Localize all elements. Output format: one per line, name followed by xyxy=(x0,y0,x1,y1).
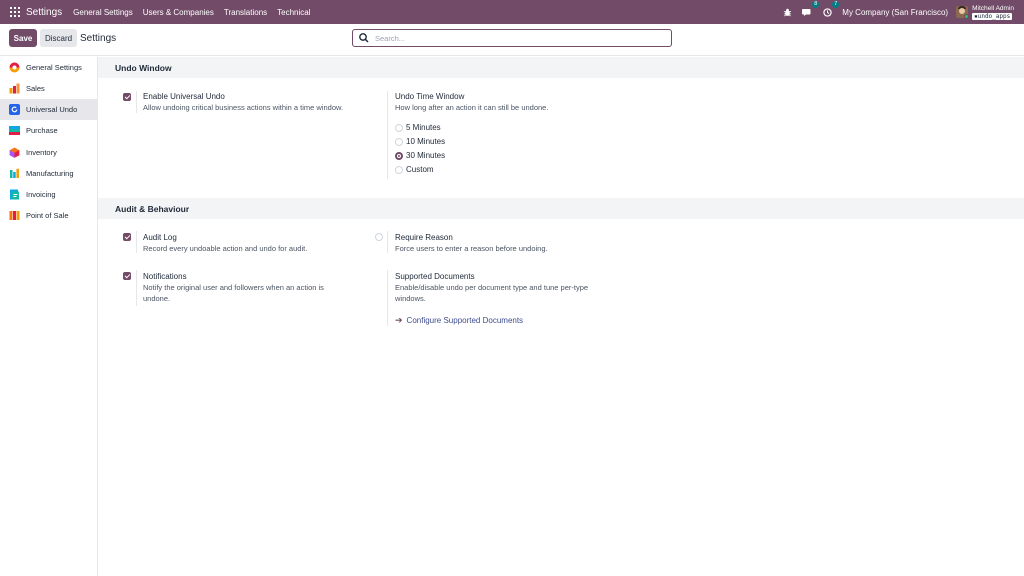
universal-undo-icon xyxy=(9,104,20,115)
point-of-sale-icon xyxy=(9,210,20,221)
database-tag: ▪undo_apps xyxy=(972,12,1013,20)
page-title: Settings xyxy=(80,33,117,44)
settings-sidebar: General Settings Sales Universal Undo Pu… xyxy=(0,57,98,576)
setting-title-time-window: Undo Time Window xyxy=(395,92,465,101)
company-switcher[interactable]: My Company (San Francisco) xyxy=(842,8,948,17)
configure-supported-documents-label: Configure Supported Documents xyxy=(406,316,524,325)
setting-desc-time-window: How long after an action it can still be… xyxy=(395,103,549,112)
radio-label-30-minutes: 30 Minutes xyxy=(406,151,446,160)
configure-supported-documents-link[interactable]: ➔ Configure Supported Documents xyxy=(395,315,523,326)
radio-30-minutes[interactable] xyxy=(395,152,403,160)
top-navbar: Settings General Settings Users & Compan… xyxy=(0,0,1024,24)
setting-title-enable-undo: Enable Universal Undo xyxy=(143,92,225,101)
menu-technical[interactable]: Technical xyxy=(272,8,315,17)
sidebar-item-general-settings[interactable]: General Settings xyxy=(0,57,97,78)
sidebar-item-label: Invoicing xyxy=(26,190,56,199)
setting-desc-supported-documents: Enable/disable undo per document type an… xyxy=(395,283,589,303)
sidebar-item-universal-undo[interactable]: Universal Undo xyxy=(0,99,97,120)
inventory-icon xyxy=(9,147,20,158)
manufacturing-icon xyxy=(9,168,20,179)
setting-title-require-reason: Require Reason xyxy=(395,233,453,242)
sidebar-item-label: General Settings xyxy=(26,63,82,72)
sidebar-item-label: Universal Undo xyxy=(26,105,78,114)
setting-divider xyxy=(136,270,137,306)
setting-desc-require-reason: Force users to enter a reason before und… xyxy=(395,244,548,253)
sidebar-item-point-of-sale[interactable]: Point of Sale xyxy=(0,205,97,226)
setting-divider xyxy=(136,91,137,113)
audit-log-checkbox[interactable] xyxy=(123,233,131,241)
control-panel: Save Discard Settings xyxy=(0,24,1024,56)
setting-title-audit-log: Audit Log xyxy=(143,233,177,242)
radio-label-10-minutes: 10 Minutes xyxy=(406,137,446,146)
user-avatar[interactable] xyxy=(956,6,969,18)
general-settings-icon xyxy=(9,62,20,73)
radio-custom[interactable] xyxy=(395,166,403,174)
setting-divider xyxy=(387,231,388,253)
sidebar-item-label: Sales xyxy=(26,84,45,93)
user-name: Mitchell Admin xyxy=(972,4,1014,12)
user-menu[interactable]: Mitchell Admin ▪undo_apps xyxy=(972,5,1014,20)
menu-translations[interactable]: Translations xyxy=(219,8,272,17)
menu-users-companies[interactable]: Users & Companies xyxy=(138,8,219,17)
menu-general-settings[interactable]: General Settings xyxy=(68,8,138,17)
online-status-dot xyxy=(964,14,969,18)
database-name: undo_apps xyxy=(977,12,1011,20)
radio-10-minutes[interactable] xyxy=(395,138,403,146)
setting-desc-enable-undo: Allow undoing critical business actions … xyxy=(143,103,344,112)
sidebar-item-invoicing[interactable]: Invoicing xyxy=(0,184,97,205)
activities-count-badge: 7 xyxy=(832,1,840,8)
sales-icon xyxy=(9,83,20,94)
sidebar-item-sales[interactable]: Sales xyxy=(0,78,97,99)
app-brand[interactable]: Settings xyxy=(26,7,62,18)
sidebar-item-label: Manufacturing xyxy=(26,169,74,178)
setting-divider xyxy=(387,270,388,326)
sidebar-item-inventory[interactable]: Inventory xyxy=(0,142,97,163)
settings-content: Undo Window Enable Universal Undo Allow … xyxy=(98,57,1024,576)
apps-menu-icon[interactable] xyxy=(10,7,20,17)
setting-title-supported-documents: Supported Documents xyxy=(395,272,475,281)
radio-label-custom: Custom xyxy=(406,165,434,174)
search-icon xyxy=(359,33,369,43)
notifications-checkbox[interactable] xyxy=(123,272,131,280)
discard-button[interactable]: Discard xyxy=(40,29,77,47)
messages-icon[interactable]: 8 xyxy=(802,1,820,17)
sidebar-item-label: Point of Sale xyxy=(26,211,69,220)
sidebar-item-purchase[interactable]: Purchase xyxy=(0,120,97,141)
radio-label-5-minutes: 5 Minutes xyxy=(406,123,441,132)
navbar-systray: 8 7 My Company (San Francisco) Mitchell … xyxy=(782,0,1024,24)
sidebar-item-manufacturing[interactable]: Manufacturing xyxy=(0,163,97,184)
setting-desc-audit-log: Record every undoable action and undo fo… xyxy=(143,244,308,253)
section-header-audit-behaviour: Audit & Behaviour xyxy=(98,198,1024,219)
setting-divider xyxy=(387,91,388,179)
setting-title-notifications: Notifications xyxy=(143,272,187,281)
require-reason-checkbox[interactable] xyxy=(375,233,383,241)
activities-clock-icon[interactable]: 7 xyxy=(822,1,840,17)
search-input[interactable] xyxy=(375,33,665,43)
radio-5-minutes[interactable] xyxy=(395,124,403,132)
sidebar-item-label: Purchase xyxy=(26,126,58,135)
sidebar-item-label: Inventory xyxy=(26,148,57,157)
debug-bug-icon[interactable] xyxy=(782,7,792,17)
messages-count-badge: 8 xyxy=(812,1,820,8)
purchase-icon xyxy=(9,125,20,136)
search-bar[interactable] xyxy=(352,29,672,47)
setting-divider xyxy=(136,231,137,253)
arrow-right-icon: ➔ xyxy=(395,315,403,325)
save-button[interactable]: Save xyxy=(9,29,37,47)
invoicing-icon xyxy=(9,189,20,200)
setting-desc-notifications: Notify the original user and followers w… xyxy=(143,283,324,303)
enable-universal-undo-checkbox[interactable] xyxy=(123,93,131,101)
section-header-undo-window: Undo Window xyxy=(98,57,1024,78)
